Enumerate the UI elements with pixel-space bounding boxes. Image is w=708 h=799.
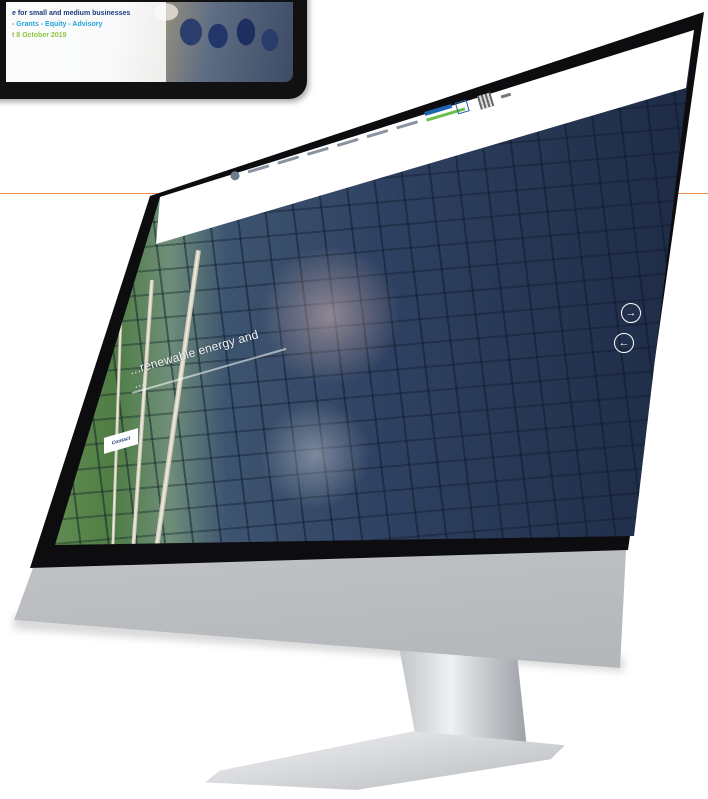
monitor-screen (55, 30, 694, 545)
qr-icon (476, 92, 495, 110)
nav-item[interactable] (366, 128, 389, 138)
site-logo[interactable] (229, 169, 241, 181)
tablet-services: - Grants - Equity - Advisory (12, 21, 103, 28)
tablet-date: t 8 October 2019 (12, 32, 67, 39)
nav-item[interactable] (336, 137, 359, 147)
nav-item[interactable] (306, 146, 329, 156)
tablet-hero-card: e for small and medium businesses - Gran… (6, 2, 166, 82)
next-arrow-icon[interactable]: → (621, 303, 641, 323)
nav-item[interactable] (277, 155, 300, 165)
prev-arrow-icon[interactable]: ← (614, 333, 634, 353)
nav-item[interactable] (396, 119, 418, 129)
tree-trunk (131, 280, 154, 545)
tablet-screen: e for small and medium businesses - Gran… (6, 2, 293, 82)
nav-item[interactable] (247, 163, 270, 173)
language-switch[interactable] (500, 92, 511, 98)
tree-trunk (154, 250, 201, 545)
tablet-device: e for small and medium businesses - Gran… (0, 0, 307, 99)
tablet-headline: e for small and medium businesses (12, 10, 131, 17)
